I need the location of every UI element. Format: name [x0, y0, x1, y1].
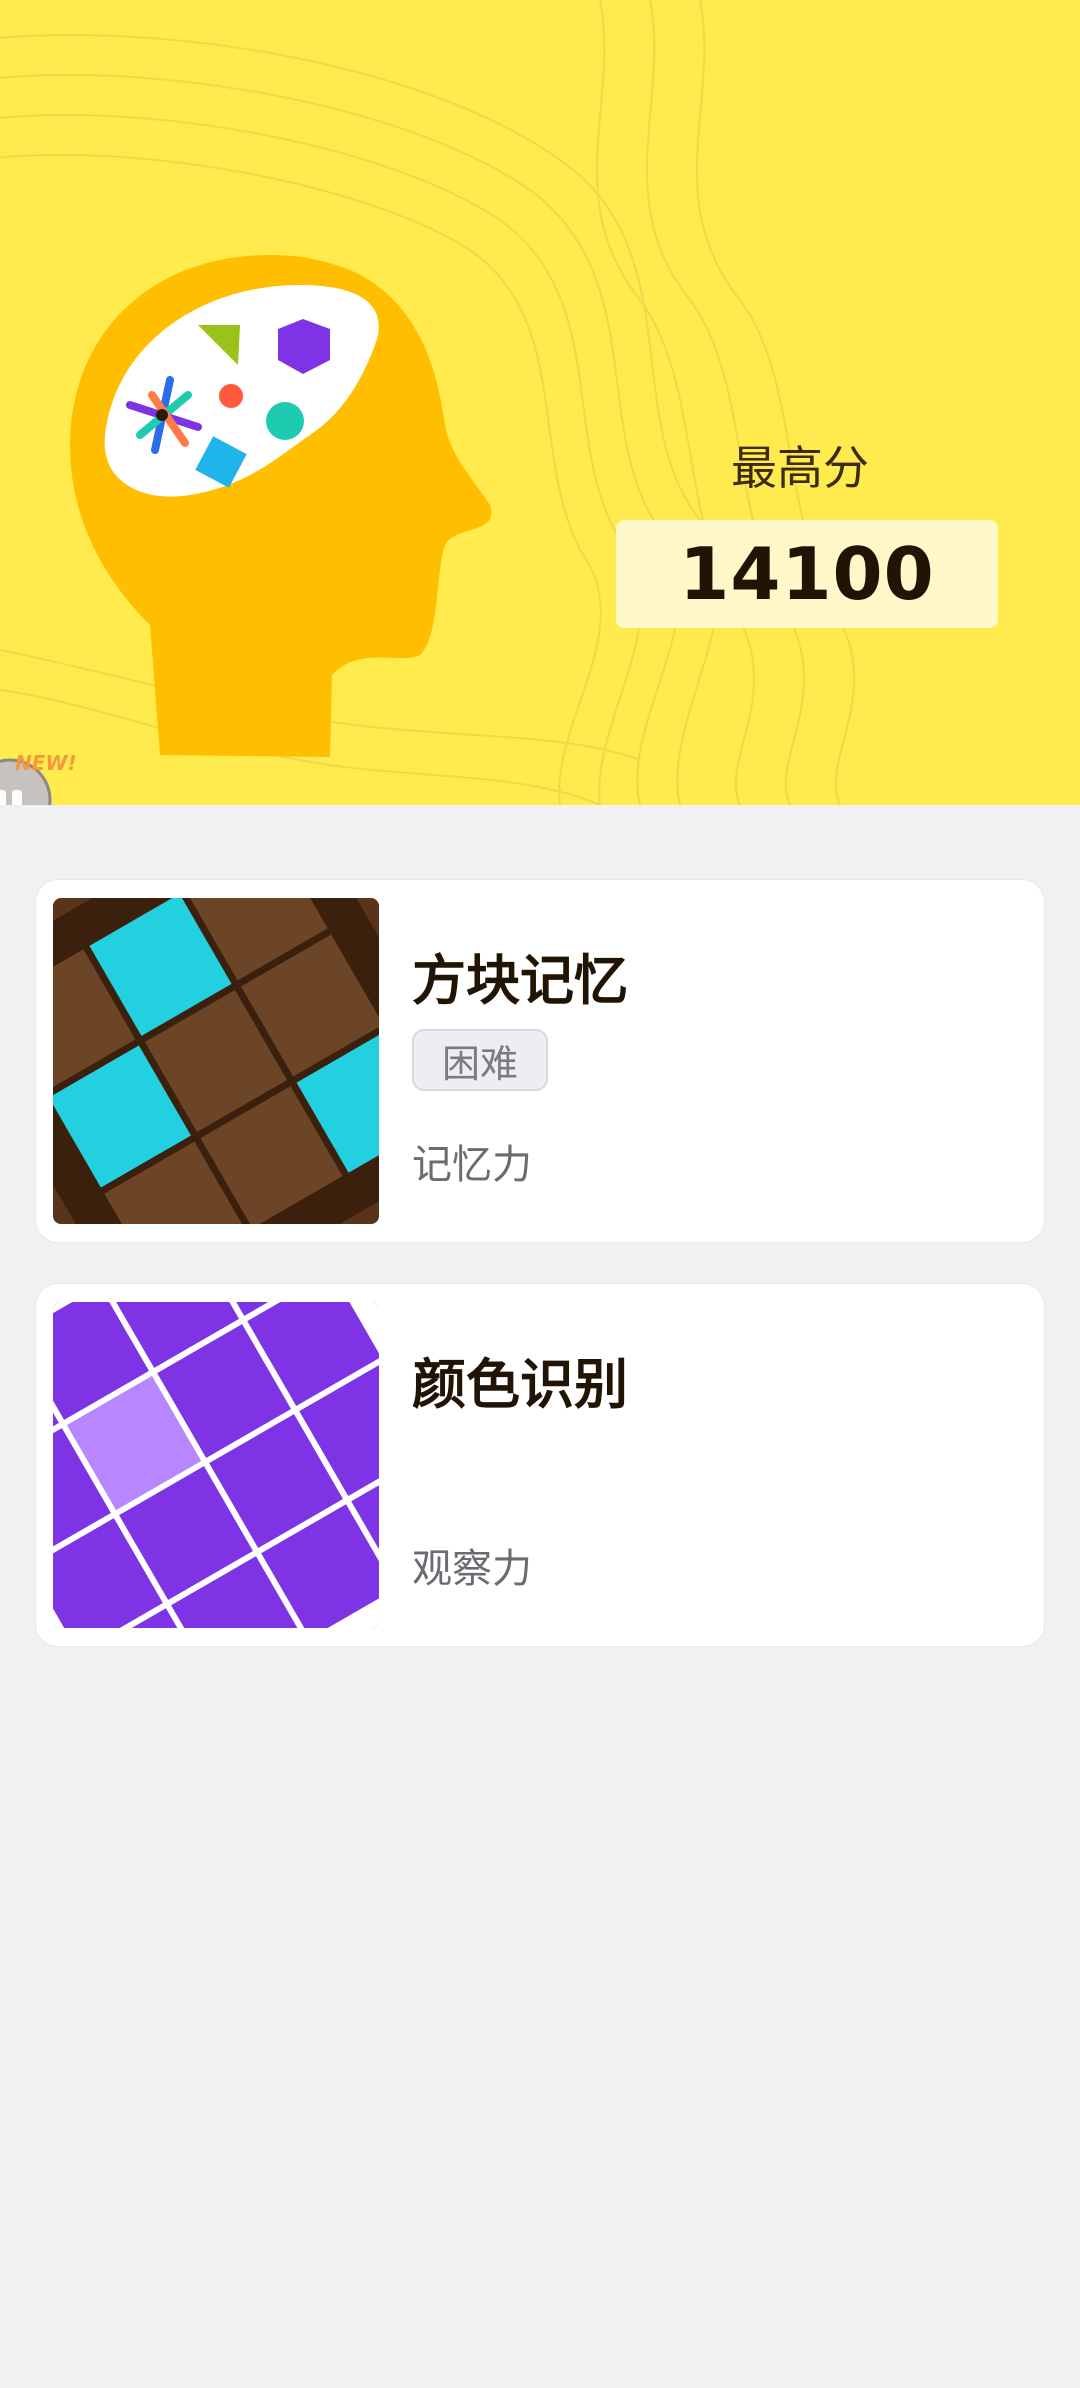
new-badge[interactable]: NEW!	[0, 748, 78, 805]
color-recognition-thumbnail	[53, 1302, 379, 1628]
game-skill: 观察力	[412, 1546, 532, 1592]
game-skill: 记忆力	[412, 1142, 532, 1188]
game-card-block-memory[interactable]: 方块记忆 困难 记忆力	[36, 880, 1044, 1242]
best-score-box: 14100	[616, 520, 998, 628]
best-score-label: 最高分	[731, 441, 869, 495]
block-memory-thumbnail	[53, 898, 379, 1224]
brain-head-icon	[70, 255, 492, 757]
best-score-value: 14100	[679, 532, 935, 616]
difficulty-badge: 困难	[412, 1029, 548, 1091]
hero-banner: 最高分 14100 NEW!	[0, 0, 1080, 805]
game-title: 颜色识别	[412, 1353, 628, 1416]
game-title: 方块记忆	[412, 949, 628, 1012]
new-badge-text: NEW!	[15, 751, 77, 775]
game-card-color-recognition[interactable]: 颜色识别 观察力	[36, 1284, 1044, 1646]
